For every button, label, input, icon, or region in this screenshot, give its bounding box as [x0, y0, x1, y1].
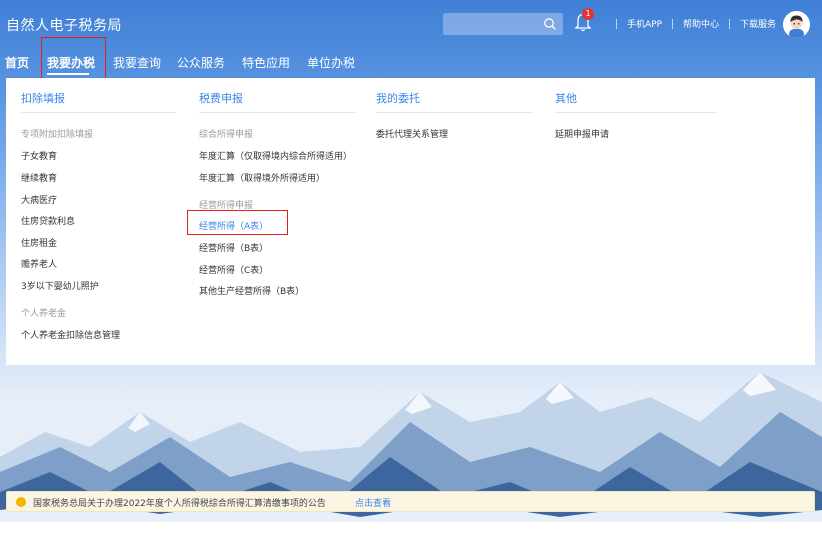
nav-unit-tax[interactable]: 单位办税 [307, 54, 355, 71]
menu-link[interactable]: 年度汇算（取得境外所得适用） [199, 171, 325, 184]
dropdown-menu: 扣除填报 专项附加扣除填报 子女教育 继续教育 大病医疗 住房贷款利息 住房租金… [6, 78, 815, 365]
column-title[interactable]: 我的委托 [376, 90, 420, 106]
divider [376, 112, 533, 113]
divider [555, 112, 717, 113]
menu-link[interactable]: 住房租金 [21, 236, 57, 249]
menu-link[interactable]: 继续教育 [21, 171, 57, 184]
divider [616, 18, 617, 29]
menu-link[interactable]: 其他生产经营所得（B表） [199, 284, 304, 297]
notification-badge: 1 [582, 8, 594, 20]
user-avatar-icon [783, 11, 810, 38]
menu-link[interactable]: 大病医疗 [21, 193, 57, 206]
nav-home[interactable]: 首页 [5, 54, 29, 71]
mobile-app-link[interactable]: 手机APP [627, 17, 662, 30]
divider [199, 112, 356, 113]
announcement-text[interactable]: 国家税务总局关于办理2022年度个人所得税综合所得汇算清缴事项的公告 [33, 496, 326, 509]
help-center-link[interactable]: 帮助中心 [683, 17, 719, 30]
column-title[interactable]: 税费申报 [199, 90, 243, 106]
menu-link[interactable]: 3岁以下婴幼儿照护 [21, 279, 99, 292]
top-links: 手机APP 帮助中心 下载服务 [606, 17, 776, 30]
site-title[interactable]: 自然人电子税务局 [6, 15, 122, 35]
notice-icon [16, 497, 26, 507]
subgroup-title: 专项附加扣除填报 [21, 130, 94, 140]
announcement-link[interactable]: 点击查看 [355, 496, 391, 509]
menu-link[interactable]: 延期申报申请 [555, 127, 609, 140]
menu-link[interactable]: 子女教育 [21, 149, 57, 162]
menu-link[interactable]: 个人养老金扣除信息管理 [21, 328, 120, 341]
menu-link[interactable]: 住房贷款利息 [21, 214, 75, 227]
column-title[interactable]: 其他 [555, 90, 577, 106]
divider [672, 18, 674, 29]
search-input[interactable] [443, 13, 563, 35]
menu-link[interactable]: 经营所得（C表） [199, 263, 268, 276]
search-icon[interactable] [543, 17, 557, 31]
menu-link[interactable]: 经营所得（B表） [199, 241, 268, 254]
divider [729, 18, 731, 29]
notification-button[interactable]: 1 [573, 8, 595, 33]
column-title[interactable]: 扣除填报 [21, 90, 65, 106]
nav-special-apps[interactable]: 特色应用 [242, 54, 290, 71]
download-service-link[interactable]: 下载服务 [740, 17, 776, 30]
menu-highlight-box [187, 210, 288, 235]
subgroup-title: 综合所得申报 [199, 130, 254, 140]
menu-link[interactable]: 年度汇算（仅取得境内综合所得适用） [199, 149, 352, 162]
top-header: 自然人电子税务局 1 手机APP 帮助中心 下载服务 [0, 0, 822, 48]
main-nav: 首页 我要办税 我要查询 公众服务 特色应用 单位办税 [0, 52, 822, 74]
nav-highlight-box [41, 37, 106, 79]
subgroup-title: 个人养老金 [21, 309, 67, 319]
avatar[interactable] [783, 11, 810, 38]
divider [21, 112, 176, 113]
nav-query[interactable]: 我要查询 [113, 54, 161, 71]
menu-link[interactable]: 赡养老人 [21, 257, 57, 270]
nav-public-service[interactable]: 公众服务 [177, 54, 225, 71]
menu-link[interactable]: 委托代理关系管理 [376, 127, 448, 140]
announcement-bar: 国家税务总局关于办理2022年度个人所得税综合所得汇算清缴事项的公告 点击查看 [6, 491, 815, 512]
